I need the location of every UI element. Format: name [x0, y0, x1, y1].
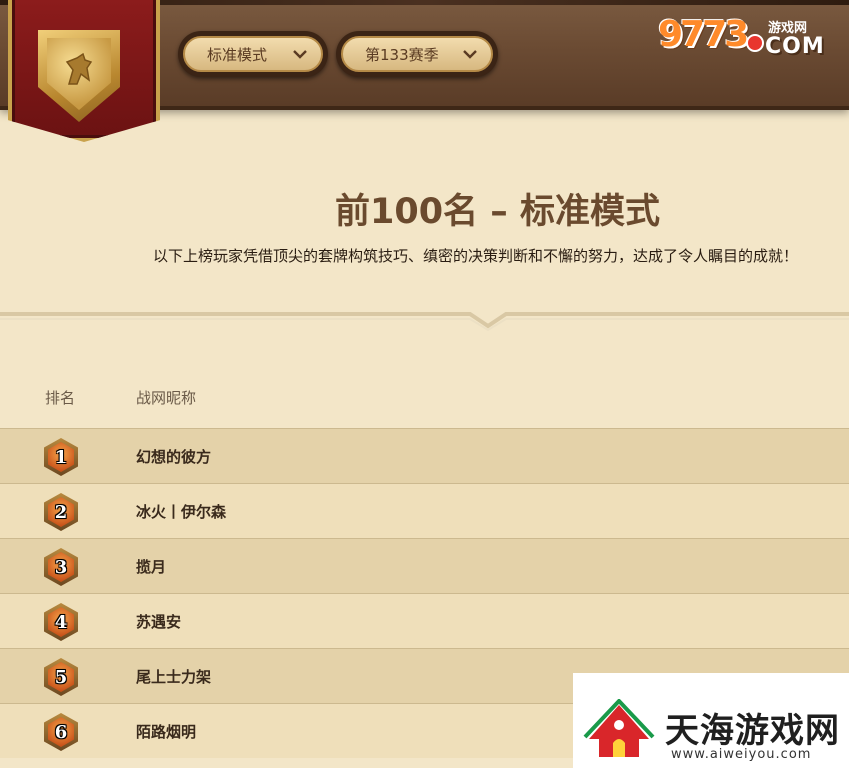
pin-icon — [746, 34, 764, 52]
rank-number: 5 — [54, 666, 68, 688]
ornament-divider — [0, 312, 849, 332]
watermark-url: www.aiweiyou.com — [671, 747, 812, 762]
mode-dropdown[interactable]: 标准模式 — [178, 31, 328, 77]
chevron-down-icon — [463, 49, 477, 59]
table-row[interactable]: 2 冰火丨伊尔森 — [0, 483, 849, 538]
rank-badge-icon: 5 — [44, 658, 78, 696]
rank-number: 3 — [54, 556, 68, 578]
player-name: 尾上士力架 — [136, 668, 212, 686]
rank-badge-icon: 6 — [44, 713, 78, 751]
rank-number: 6 — [54, 721, 68, 743]
watermark: 天海游戏网 www.aiweiyou.com — [573, 673, 849, 768]
site-logo-domain: COM — [765, 34, 825, 59]
house-logo-icon — [583, 699, 655, 757]
rank-number: 1 — [54, 446, 68, 468]
column-header-rank: 排名 — [45, 389, 76, 407]
mode-dropdown-value: 标准模式 — [207, 45, 268, 64]
table-row[interactable]: 3 揽月 — [0, 538, 849, 593]
player-name: 幻想的彼方 — [136, 448, 212, 466]
rank-badge-icon: 4 — [44, 603, 78, 641]
rank-badge-icon: 2 — [44, 493, 78, 531]
rank-number: 4 — [54, 611, 68, 633]
site-logo-digits: 9773 — [658, 14, 749, 55]
page-subtitle: 以下上榜玩家凭借顶尖的套牌构筑技巧、缜密的决策判断和不懈的努力，达成了令人瞩目的… — [153, 247, 799, 265]
site-logo: 9773 游戏网 COM — [658, 14, 834, 64]
player-name: 苏遇安 — [136, 613, 182, 631]
player-name: 冰火丨伊尔森 — [136, 503, 227, 521]
chevron-down-icon — [293, 49, 307, 59]
rank-badge-icon: 3 — [44, 548, 78, 586]
table-row[interactable]: 4 苏遇安 — [0, 593, 849, 648]
table-header: 排名 战网昵称 — [0, 385, 849, 409]
rank-number: 2 — [54, 501, 68, 523]
column-header-name: 战网昵称 — [136, 389, 197, 407]
season-dropdown[interactable]: 第133赛季 — [336, 31, 498, 77]
player-name: 陌路烟明 — [136, 723, 197, 741]
page-title: 前100名 – 标准模式 — [335, 192, 660, 232]
watermark-brand: 天海游戏网 — [665, 711, 840, 751]
table-row[interactable]: 1 幻想的彼方 — [0, 428, 849, 483]
rank-badge-icon: 1 — [44, 438, 78, 476]
season-dropdown-value: 第133赛季 — [365, 45, 439, 64]
player-name: 揽月 — [136, 558, 167, 576]
